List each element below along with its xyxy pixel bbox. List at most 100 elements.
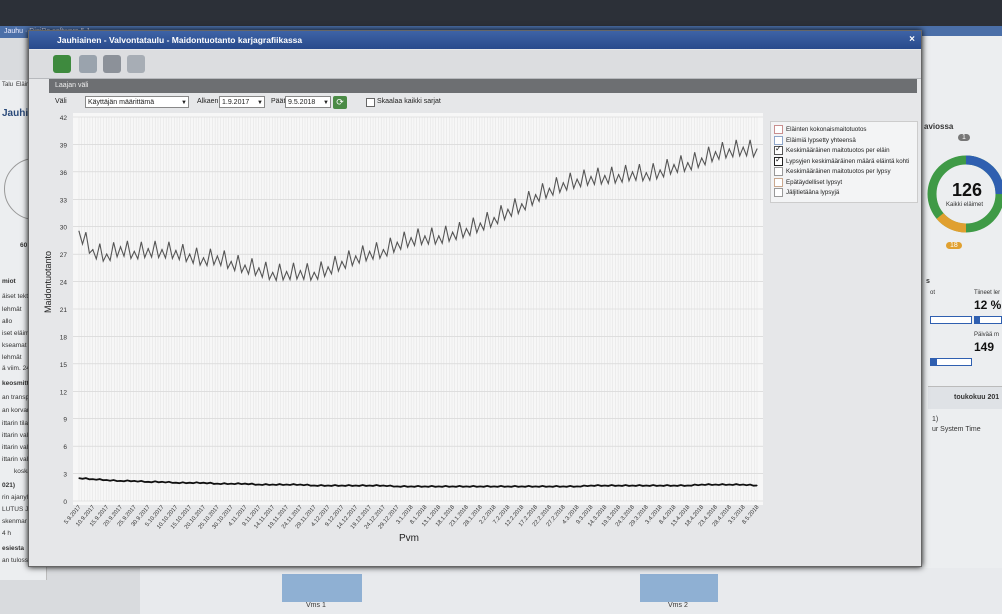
data-point: [92, 478, 94, 480]
data-point: [410, 237, 412, 239]
data-point: [507, 485, 509, 487]
bg-item[interactable]: rin ajanyll: [2, 494, 29, 501]
data-point: [78, 230, 80, 232]
vms1-label: Vms 1: [306, 602, 326, 609]
legend-item[interactable]: Lypsyjen keskimääräinen määrä eläintä ko…: [774, 155, 909, 166]
to-label: Päät: [271, 98, 286, 105]
data-point: [216, 483, 218, 485]
bg-right-label-4: 1): [932, 416, 939, 423]
data-point: [202, 482, 205, 484]
data-point: [673, 163, 675, 166]
bg-item[interactable]: ittarin val: [2, 456, 28, 463]
legend-label: Eläinten kokonaismaitotuotos: [786, 126, 867, 134]
y-tick-label: 36: [60, 170, 68, 177]
legend-item[interactable]: Epätäydelliset lypsyt: [774, 177, 842, 187]
apply-refresh-button[interactable]: ⟳: [333, 96, 347, 109]
bg-item[interactable]: skenmar: [2, 518, 27, 525]
data-point: [645, 172, 647, 174]
legend-checkbox[interactable]: [774, 167, 783, 176]
data-point: [728, 148, 730, 150]
data-point: [548, 187, 551, 189]
data-point: [465, 485, 468, 487]
refresh-icon[interactable]: [53, 55, 71, 73]
data-point: [618, 174, 620, 176]
bg-right-label-1: ot: [930, 290, 936, 296]
data-point: [202, 257, 205, 259]
print-icon[interactable]: [103, 55, 121, 73]
legend-item[interactable]: Jäljitietääna lypsyjä: [774, 188, 839, 197]
data-point: [396, 485, 398, 487]
donut-badge: 18: [946, 242, 962, 249]
data-point: [756, 484, 758, 487]
y-tick-label: 39: [60, 142, 68, 149]
data-point: [701, 483, 703, 486]
data-point: [673, 484, 675, 487]
legend-checkbox[interactable]: [774, 188, 783, 197]
bg-item[interactable]: kseamat: [2, 342, 27, 349]
data-point: [161, 481, 163, 483]
bg-item[interactable]: an transp: [2, 394, 29, 401]
document-icon[interactable]: [79, 55, 97, 73]
bg-item[interactable]: 4 h: [2, 530, 11, 537]
background-bottom-strip: [140, 568, 1002, 614]
from-value: 1.9.2017: [222, 99, 250, 106]
to-date-select[interactable]: 9.5.2018 ▼: [285, 96, 331, 108]
data-point: [576, 178, 578, 180]
data-point: [313, 271, 315, 274]
bg-section-4: esiesta: [2, 545, 25, 552]
bg-item[interactable]: allo: [2, 318, 12, 325]
scale-all-checkbox[interactable]: [366, 98, 375, 107]
data-point: [133, 250, 135, 252]
x-axis-label: Pvm: [399, 533, 419, 543]
bg-item[interactable]: lehmät: [2, 306, 22, 313]
y-tick-label: 42: [60, 115, 68, 122]
data-point: [507, 208, 509, 210]
export-icon[interactable]: [127, 55, 145, 73]
data-point: [687, 162, 689, 164]
legend-item[interactable]: Keskimääräinen maitotuotos per eläin: [774, 144, 890, 155]
period-select[interactable]: Käyttäjän määrittämä ▼: [85, 96, 189, 108]
period-value: Käyttäjän määrittämä: [88, 99, 155, 106]
from-date-select[interactable]: 1.9.2017 ▼: [219, 96, 265, 108]
to-value: 9.5.2018: [288, 99, 316, 106]
data-point: [590, 175, 592, 178]
bg-right-header: aviossa: [924, 122, 954, 131]
data-point: [396, 241, 398, 243]
legend-item[interactable]: Keskimääräinen maitotuotos per lypsy: [774, 167, 891, 176]
data-point: [728, 483, 730, 486]
chevron-down-icon: ▼: [181, 100, 187, 106]
legend-item[interactable]: Eläimiä lypsetty yhteensä: [774, 135, 856, 145]
bg-right-num: 149: [974, 340, 995, 354]
dialog-title-bar[interactable]: Jauhiainen - Valvontataulu - Maidontuota…: [29, 31, 921, 49]
data-point: [327, 266, 329, 268]
data-point: [327, 484, 329, 487]
data-point: [479, 485, 481, 487]
bg-menu-1[interactable]: Talu: [2, 82, 13, 88]
legend-checkbox[interactable]: [774, 177, 783, 187]
bg-item[interactable]: ittarin val: [2, 432, 28, 439]
legend-checkbox[interactable]: [774, 155, 783, 166]
data-point: [438, 485, 440, 487]
close-button[interactable]: ×: [909, 31, 915, 49]
data-point: [576, 485, 578, 487]
data-point: [535, 485, 537, 487]
data-point: [521, 203, 523, 205]
bg-right-label-2: Tiineet ler: [974, 290, 1001, 296]
data-point: [410, 485, 412, 487]
data-point: [645, 484, 647, 487]
bg-item[interactable]: lehmät: [2, 354, 22, 361]
bg-item[interactable]: ittarin val: [2, 444, 28, 451]
bg-right-month: toukokuu 201: [954, 394, 1000, 401]
bg-item[interactable]: ittarin tila: [2, 420, 28, 427]
data-point: [604, 174, 606, 177]
scale-all-label: Skaalaa kaikki sarjat: [377, 98, 441, 105]
data-point: [451, 231, 454, 233]
legend-item[interactable]: Eläinten kokonaismaitotuotos: [774, 125, 867, 134]
data-point: [285, 483, 288, 486]
data-point: [189, 253, 191, 255]
bg-progress-1: [930, 316, 972, 324]
panel-header: Laajan väli: [49, 79, 917, 93]
legend-checkbox[interactable]: [774, 125, 783, 134]
data-point: [299, 270, 301, 272]
data-point: [659, 484, 661, 487]
